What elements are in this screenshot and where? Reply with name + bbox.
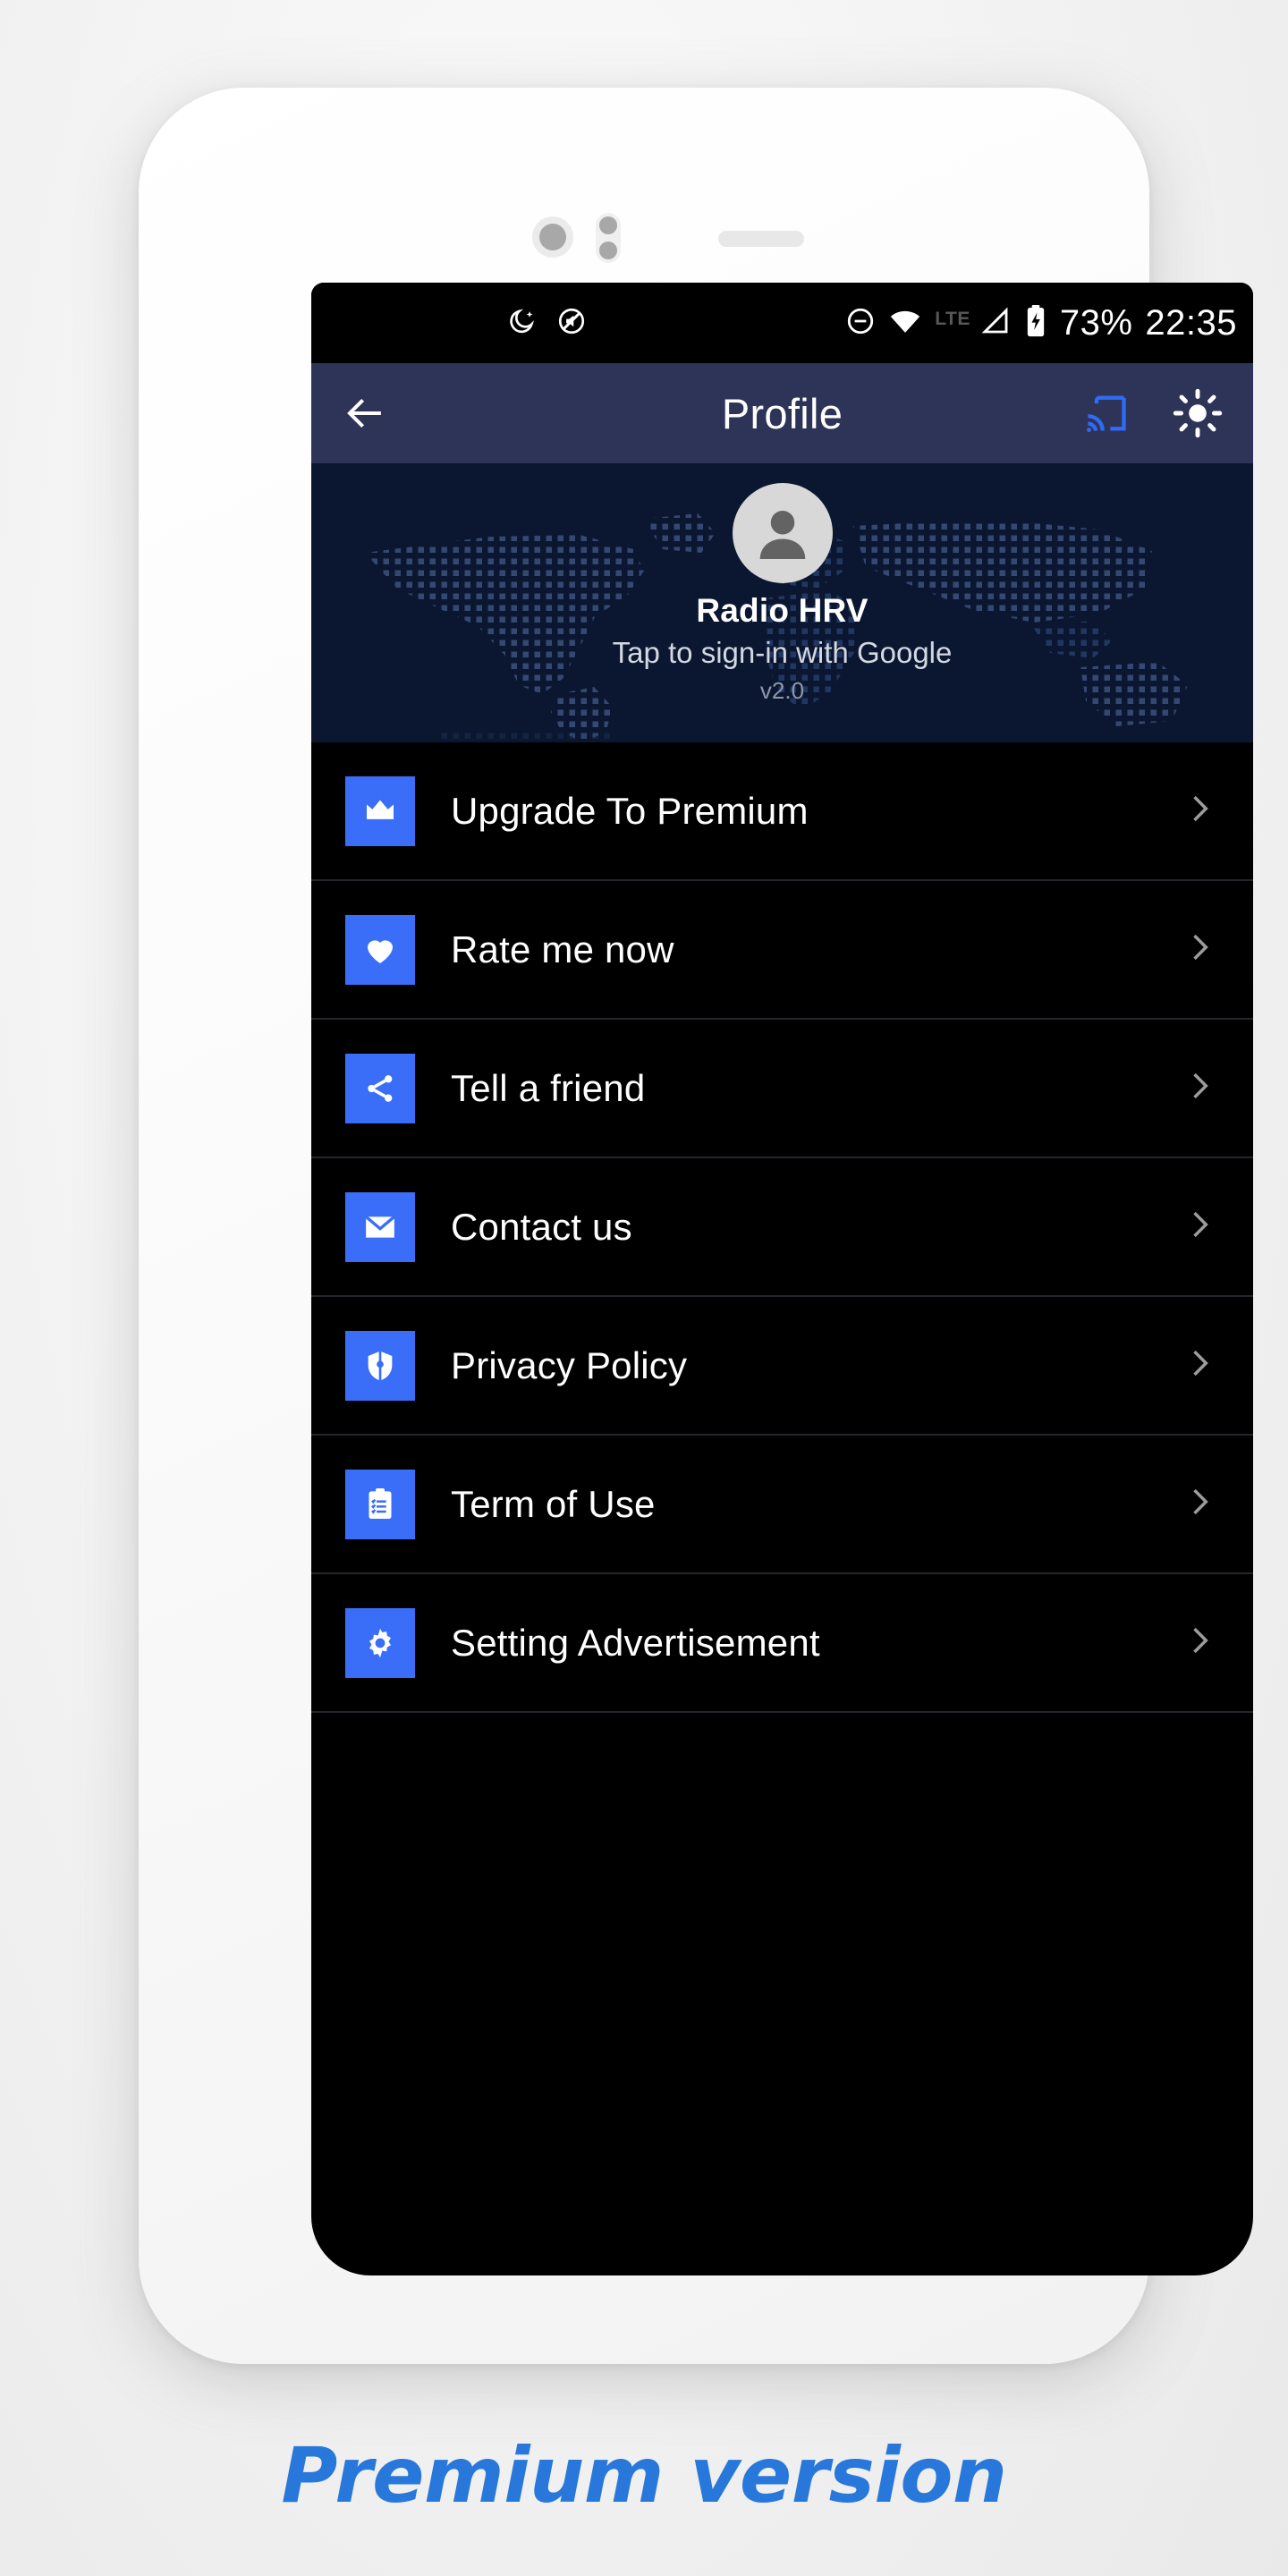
menu-item-setting-advertisement[interactable]: Setting Advertisement [311,1574,1253,1713]
app-bar: Profile [311,363,1253,463]
shield-icon [345,1330,415,1401]
status-bar: LTE 73% 22:35 [311,283,1253,363]
mute-minus-circle-icon [845,306,876,341]
app-version-label: v2.0 [759,677,805,704]
envelope-icon [345,1191,415,1262]
profile-header[interactable]: Radio HRV Tap to sign-in with Google v2.… [311,463,1253,742]
menu-item-contact-us[interactable]: Contact us [311,1158,1253,1297]
brightness-toggle-button[interactable] [1173,388,1223,438]
menu-item-label: Rate me now [451,928,674,970]
chevron-right-icon [1180,1205,1219,1249]
profile-name: Radio HRV [696,592,869,629]
battery-percent-label: 73% [1059,303,1133,343]
menu-item-label: Privacy Policy [451,1343,688,1386]
earpiece-speaker-grille-icon [718,231,804,247]
brightness-sun-icon [1173,388,1223,438]
menu-item-label: Contact us [451,1205,632,1248]
crown-icon [345,775,415,846]
cast-icon [1087,395,1126,433]
menu-item-label: Tell a friend [451,1066,646,1109]
chevron-right-icon [1180,789,1219,833]
no-sound-slash-icon [556,306,587,341]
chevron-right-icon [1180,1066,1219,1110]
chevron-right-icon [1180,928,1219,971]
clipboard-list-icon [345,1469,415,1539]
menu-item-tell-a-friend[interactable]: Tell a friend [311,1020,1253,1158]
phone-device-frame: LTE 73% 22:35 Profile Radio HRV Tap to s… [139,88,1253,2364]
avatar[interactable] [732,483,833,583]
front-camera-lens-icon [532,216,573,258]
menu-item-rate-me-now[interactable]: Rate me now [311,881,1253,1020]
cell-signal-icon [979,305,1012,342]
list-empty-area [311,1713,1253,1981]
cast-button[interactable] [1083,390,1130,436]
menu-item-term-of-use[interactable]: Term of Use [311,1436,1253,1574]
battery-charging-icon [1024,303,1047,343]
menu-item-privacy-policy[interactable]: Privacy Policy [311,1297,1253,1436]
do-not-disturb-moon-icon [506,306,537,341]
phone-screen: LTE 73% 22:35 Profile Radio HRV Tap to s… [311,283,1253,2275]
menu-item-label: Term of Use [451,1482,656,1525]
chevron-right-icon [1180,1621,1219,1665]
status-bar-clock: 22:35 [1145,303,1237,343]
menu-item-upgrade-to-premium[interactable]: Upgrade To Premium [311,742,1253,881]
menu-item-label: Upgrade To Premium [451,789,809,832]
person-avatar-icon [759,511,805,559]
share-icon [345,1053,415,1123]
heart-icon [345,914,415,985]
chevron-right-icon [1180,1343,1219,1387]
sign-in-prompt[interactable]: Tap to sign-in with Google [613,636,953,670]
gear-icon [345,1607,415,1678]
settings-menu-list: Upgrade To Premium Rate me now Tell a fr… [311,742,1253,1981]
chevron-right-icon [1180,1482,1219,1526]
network-type-label: LTE [935,308,970,329]
premium-version-caption: Premium version [281,2431,1007,2521]
proximity-sensor-dots-icon [596,213,621,263]
wifi-icon [888,308,922,339]
menu-item-label: Setting Advertisement [451,1621,820,1664]
